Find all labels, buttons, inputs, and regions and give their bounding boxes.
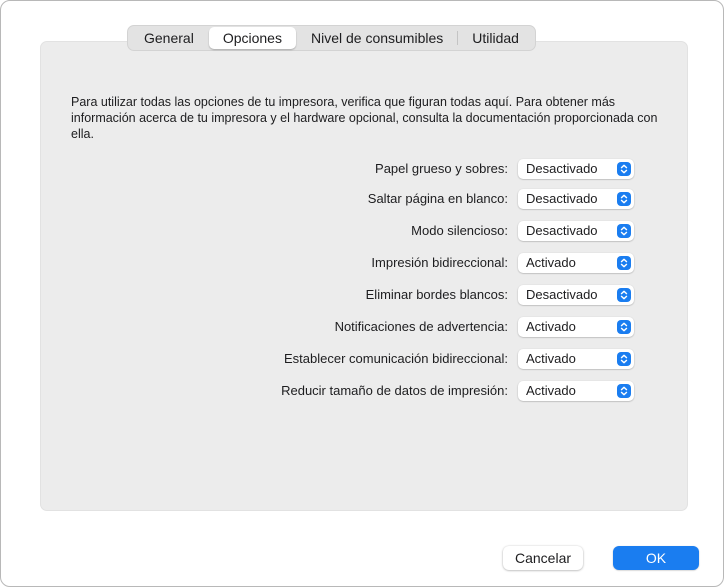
popup-value: Activado <box>526 255 576 270</box>
option-label: Saltar página en blanco: <box>367 191 508 206</box>
option-popup-saltar-pagina[interactable]: Desactivado <box>518 189 634 209</box>
option-popup-impresion-bidireccional[interactable]: Activado <box>518 253 634 273</box>
up-down-chevron-icon <box>617 192 631 206</box>
up-down-chevron-icon <box>617 288 631 302</box>
popup-value: Desactivado <box>526 223 598 238</box>
option-popup-papel-grueso[interactable]: Desactivado <box>518 159 634 179</box>
ok-button[interactable]: OK <box>613 546 699 570</box>
option-popup-notificaciones[interactable]: Activado <box>518 317 634 337</box>
popup-value: Desactivado <box>526 161 598 176</box>
option-row-comunicacion-bidireccional: Establecer comunicación bidireccional: A… <box>61 348 661 370</box>
option-popup-eliminar-bordes[interactable]: Desactivado <box>518 285 634 305</box>
cancel-button[interactable]: Cancelar <box>503 546 583 570</box>
up-down-chevron-icon <box>617 352 631 366</box>
option-label: Notificaciones de advertencia: <box>334 319 508 334</box>
option-popup-reducir-tamano[interactable]: Activado <box>518 381 634 401</box>
popup-value: Desactivado <box>526 287 598 302</box>
popup-value: Activado <box>526 383 576 398</box>
option-popup-comunicacion-bidireccional[interactable]: Activado <box>518 349 634 369</box>
tab-utilidad[interactable]: Utilidad <box>458 27 533 49</box>
option-label: Establecer comunicación bidireccional: <box>283 351 508 366</box>
option-label: Eliminar bordes blancos: <box>365 287 508 302</box>
tab-bar: General Opciones Nivel de consumibles Ut… <box>127 25 536 51</box>
option-row-papel-grueso: Papel grueso y sobres: Desactivado <box>61 158 661 180</box>
option-row-eliminar-bordes: Eliminar bordes blancos: Desactivado <box>61 284 661 306</box>
option-row-saltar-pagina: Saltar página en blanco: Desactivado <box>61 188 661 210</box>
option-row-notificaciones: Notificaciones de advertencia: Activado <box>61 316 661 338</box>
option-row-reducir-tamano: Reducir tamaño de datos de impresión: Ac… <box>61 380 661 402</box>
popup-value: Activado <box>526 351 576 366</box>
popup-value: Activado <box>526 319 576 334</box>
up-down-chevron-icon <box>617 320 631 334</box>
up-down-chevron-icon <box>617 384 631 398</box>
printer-options-dialog: General Opciones Nivel de consumibles Ut… <box>0 0 724 587</box>
option-row-impresion-bidireccional: Impresión bidireccional: Activado <box>61 252 661 274</box>
popup-value: Desactivado <box>526 191 598 206</box>
tab-opciones[interactable]: Opciones <box>208 27 296 49</box>
option-row-modo-silencioso: Modo silencioso: Desactivado <box>61 220 661 242</box>
up-down-chevron-icon <box>617 162 631 176</box>
option-label: Impresión bidireccional: <box>371 255 508 270</box>
option-popup-modo-silencioso[interactable]: Desactivado <box>518 221 634 241</box>
up-down-chevron-icon <box>617 256 631 270</box>
tab-nivel-de-consumibles[interactable]: Nivel de consumibles <box>297 27 457 49</box>
tab-general[interactable]: General <box>130 27 208 49</box>
intro-text: Para utilizar todas las opciones de tu i… <box>71 95 658 141</box>
option-label: Modo silencioso: <box>411 223 508 238</box>
option-label: Papel grueso y sobres: <box>375 161 508 176</box>
option-label: Reducir tamaño de datos de impresión: <box>281 383 508 398</box>
up-down-chevron-icon <box>617 224 631 238</box>
